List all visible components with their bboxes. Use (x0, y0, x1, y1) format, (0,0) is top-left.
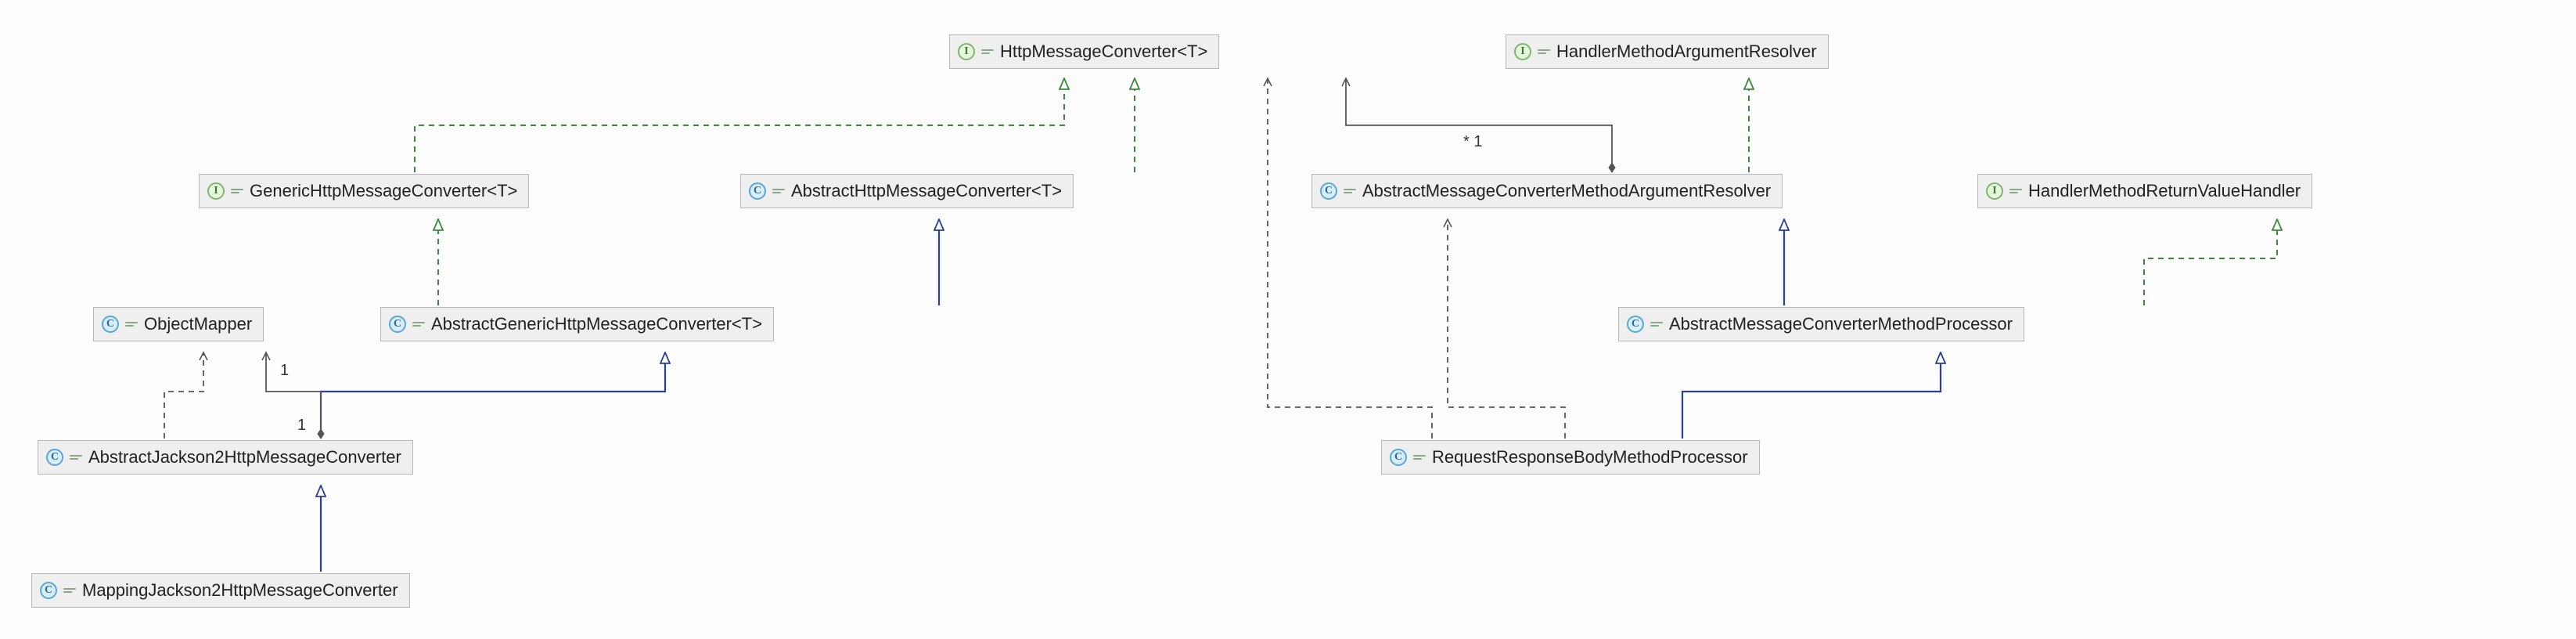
node-handler-method-argument-resolver[interactable]: I HandlerMethodArgumentResolver (1506, 34, 1829, 69)
list-icon (981, 47, 994, 56)
node-http-message-converter[interactable]: I HttpMessageConverter<T> (949, 34, 1219, 69)
node-abstract-message-converter-method-argument-resolver[interactable]: C AbstractMessageConverterMethodArgument… (1311, 174, 1783, 208)
multiplicity-label: * 1 (1463, 133, 1482, 151)
interface-icon: I (1514, 43, 1531, 60)
node-label: ObjectMapper (144, 314, 252, 334)
list-icon (412, 320, 425, 329)
list-icon (63, 586, 76, 595)
list-icon (1650, 320, 1663, 329)
class-icon: C (46, 449, 63, 466)
node-label: GenericHttpMessageConverter<T> (250, 181, 517, 201)
class-icon: C (389, 316, 406, 333)
node-abstract-jackson2-http-message-converter[interactable]: C AbstractJackson2HttpMessageConverter (38, 440, 413, 475)
node-abstract-message-converter-method-processor[interactable]: C AbstractMessageConverterMethodProcesso… (1618, 307, 2024, 341)
list-icon (772, 186, 785, 196)
multiplicity-label: 1 (297, 417, 306, 435)
list-icon (2009, 186, 2022, 196)
node-label: HttpMessageConverter<T> (1000, 42, 1207, 62)
list-icon (1538, 47, 1550, 56)
class-icon: C (1390, 449, 1407, 466)
list-icon (1413, 453, 1426, 462)
list-icon (1344, 186, 1356, 196)
class-icon: C (1627, 316, 1644, 333)
node-label: AbstractMessageConverterMethodArgumentRe… (1362, 181, 1771, 201)
list-icon (125, 320, 138, 329)
node-handler-method-return-value-handler[interactable]: I HandlerMethodReturnValueHandler (1977, 174, 2312, 208)
node-abstract-http-message-converter[interactable]: C AbstractHttpMessageConverter<T> (740, 174, 1074, 208)
node-label: HandlerMethodArgumentResolver (1556, 42, 1817, 62)
node-request-response-body-method-processor[interactable]: C RequestResponseBodyMethodProcessor (1381, 440, 1760, 475)
class-icon: C (749, 182, 766, 200)
node-abstract-generic-http-message-converter[interactable]: C AbstractGenericHttpMessageConverter<T> (380, 307, 774, 341)
node-object-mapper[interactable]: C ObjectMapper (93, 307, 264, 341)
node-label: MappingJackson2HttpMessageConverter (82, 580, 398, 601)
node-label: RequestResponseBodyMethodProcessor (1432, 447, 1748, 468)
class-icon: C (1320, 182, 1337, 200)
interface-icon: I (1986, 182, 2003, 200)
node-label: AbstractHttpMessageConverter<T> (791, 181, 1062, 201)
list-icon (70, 453, 82, 462)
uml-canvas: I HttpMessageConverter<T> I HandlerMetho… (0, 0, 2576, 639)
node-label: AbstractJackson2HttpMessageConverter (88, 447, 401, 468)
class-icon: C (102, 316, 119, 333)
node-mapping-jackson2-http-message-converter[interactable]: C MappingJackson2HttpMessageConverter (31, 573, 410, 608)
interface-icon: I (958, 43, 975, 60)
list-icon (231, 186, 243, 196)
node-label: HandlerMethodReturnValueHandler (2028, 181, 2301, 201)
interface-icon: I (207, 182, 225, 200)
node-generic-http-message-converter[interactable]: I GenericHttpMessageConverter<T> (199, 174, 529, 208)
multiplicity-label: 1 (280, 362, 289, 380)
node-label: AbstractMessageConverterMethodProcessor (1669, 314, 2013, 334)
node-label: AbstractGenericHttpMessageConverter<T> (431, 314, 762, 334)
class-icon: C (40, 582, 57, 599)
